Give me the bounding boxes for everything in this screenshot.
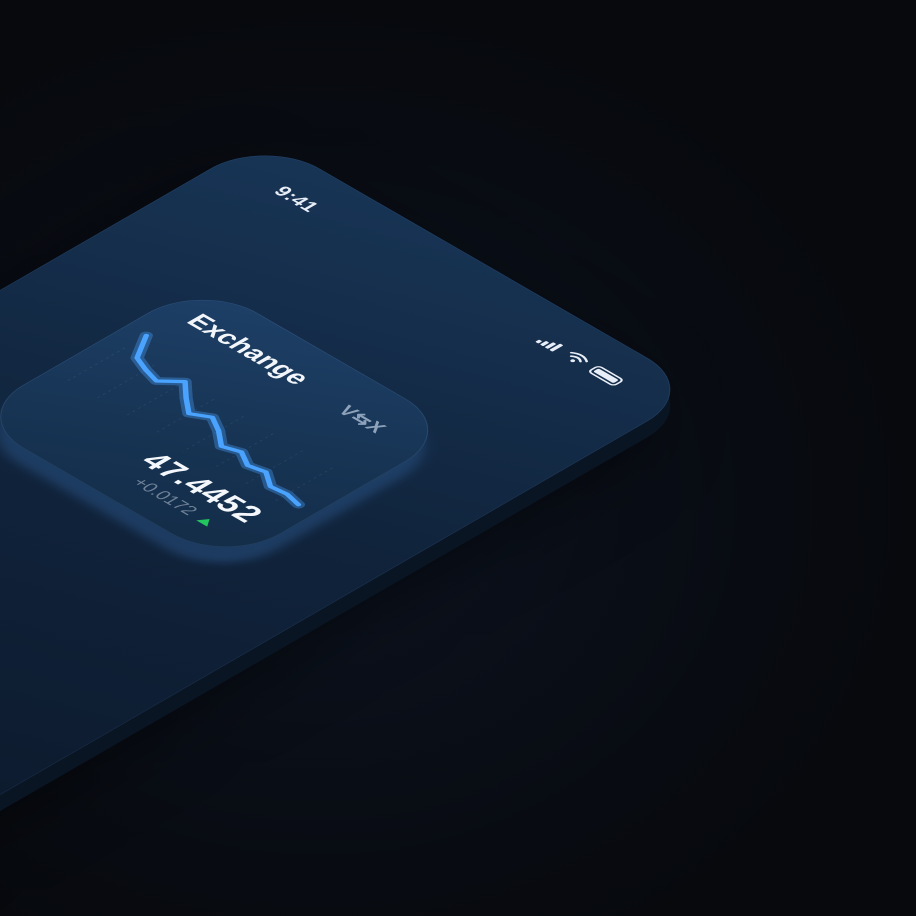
status-time: 9:41 <box>268 183 325 216</box>
currency-pair-label: V⇆X <box>332 402 393 437</box>
chart-series-line <box>134 333 302 507</box>
status-icons <box>535 335 626 387</box>
exchange-widget[interactable]: Exchange V⇆X 47.4452 +0.0172 <box>0 281 461 566</box>
chart-line-glow <box>130 331 306 509</box>
signal-icon <box>535 335 566 353</box>
chart-gridline <box>271 467 333 503</box>
phone-screen: 9:41 Exchange V⇆X 47.4452 +0.0172 <box>0 137 703 886</box>
chart-gridline <box>123 381 185 418</box>
wifi-icon <box>569 351 589 363</box>
chart-gridline <box>63 347 126 384</box>
battery-icon <box>587 364 626 387</box>
scene: 9:41 Exchange V⇆X 47.4452 +0.0172 <box>0 0 916 916</box>
up-arrow-icon <box>196 515 216 527</box>
